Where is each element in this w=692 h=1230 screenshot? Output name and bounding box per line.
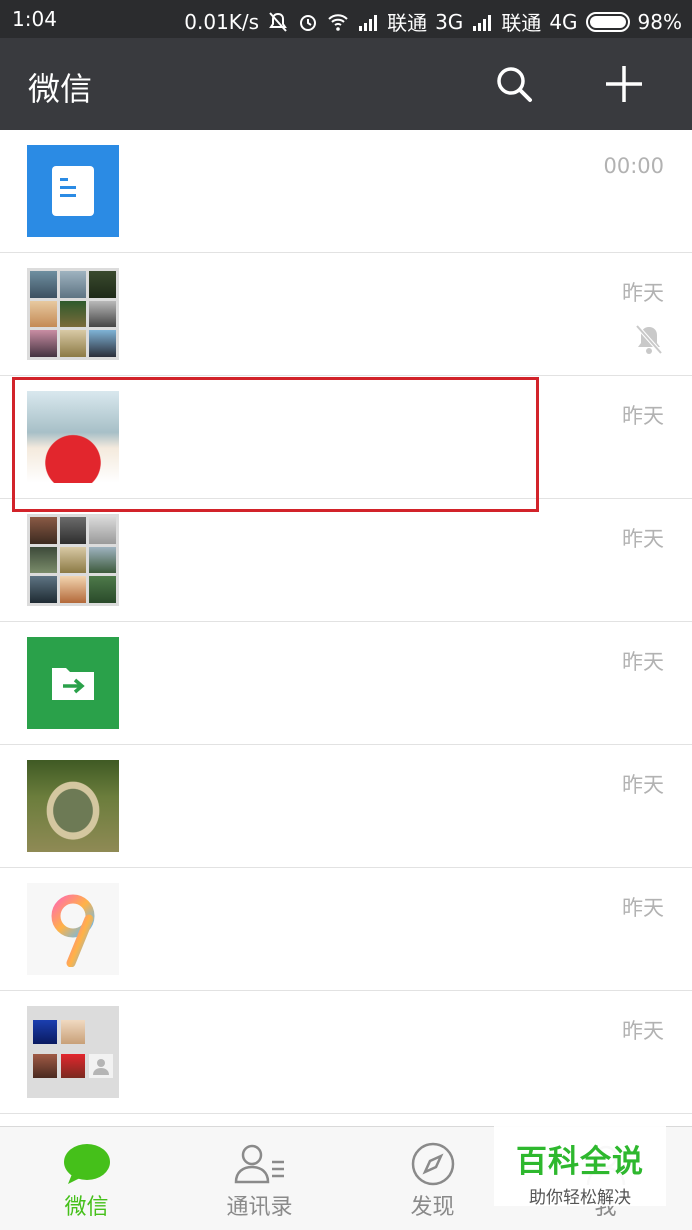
chat-row[interactable]: 昨天: [0, 622, 692, 745]
chat-row[interactable]: 昨天: [0, 745, 692, 868]
chat-row[interactable]: 昨天: [0, 499, 692, 622]
compass-icon: [411, 1142, 454, 1186]
status-right: 0.01K/s 联通 3G 联通 4G 98%: [184, 7, 682, 36]
status-bar: 1:04 0.01K/s 联通 3G 联通 4G 98%: [0, 0, 692, 38]
mute-icon: [635, 324, 663, 355]
miui-nine-logo: [27, 883, 119, 975]
page-title: 微信: [28, 70, 93, 108]
chat-row[interactable]: 昨天: [0, 253, 692, 376]
file-transfer-icon: [27, 637, 119, 729]
carrier-1: 联通: [387, 11, 428, 35]
mute-notification-icon: [269, 11, 287, 32]
chat-time: 昨天: [622, 404, 664, 428]
chat-row[interactable]: 昨天: [0, 868, 692, 991]
chat-time: 昨天: [622, 1019, 664, 1043]
battery-icon: [585, 11, 630, 32]
app-header: 微信: [0, 38, 692, 130]
chat-row[interactable]: 00:00: [0, 130, 692, 253]
chat-bubble-icon: [63, 1144, 110, 1184]
tab-label: 发现: [410, 1195, 455, 1220]
network-speed: 0.01K/s: [184, 9, 260, 34]
watermark-subtitle: 助你轻松解决: [529, 1188, 631, 1208]
tab-chats[interactable]: 微信: [0, 1127, 173, 1230]
status-time: 1:04: [12, 7, 57, 31]
chat-time: 昨天: [622, 650, 664, 674]
group-avatar: [27, 268, 119, 360]
tab-label: 通讯录: [226, 1195, 293, 1220]
chat-time: 昨天: [622, 773, 664, 797]
chat-list[interactable]: 00:00 昨天 昨天 昨天 昨天 昨天 昨天 昨天: [0, 130, 692, 1126]
chat-time: 昨天: [622, 896, 664, 920]
chat-row[interactable]: 昨天: [0, 991, 692, 1114]
wifi-icon: [328, 13, 348, 31]
alarm-icon: [300, 14, 317, 31]
search-icon[interactable]: [494, 64, 534, 104]
network-type-1: 3G: [435, 9, 464, 34]
pond-photo: [27, 760, 119, 852]
signal-icon-2: [473, 14, 492, 31]
signal-icon-1: [359, 14, 378, 31]
document-icon: [27, 145, 119, 237]
contacts-icon: [234, 1144, 284, 1184]
default-person-icon: [93, 1059, 109, 1075]
tab-label: 微信: [64, 1195, 109, 1220]
group-avatar: [27, 1006, 119, 1098]
watermark: 百科全说 助你轻松解决: [494, 1120, 666, 1208]
tab-contacts[interactable]: 通讯录: [173, 1127, 346, 1230]
chat-time: 昨天: [622, 527, 664, 551]
carrier-2: 联通: [501, 11, 542, 35]
add-icon[interactable]: [604, 64, 644, 104]
highlight-box: [12, 377, 539, 512]
chat-time: 昨天: [622, 281, 664, 305]
watermark-title: 百科全说: [516, 1144, 644, 1180]
battery-percent: 98%: [637, 9, 682, 34]
chat-time: 00:00: [603, 154, 664, 178]
network-type-2: 4G: [549, 9, 578, 34]
group-avatar: [27, 514, 119, 606]
divider: [0, 1113, 692, 1114]
